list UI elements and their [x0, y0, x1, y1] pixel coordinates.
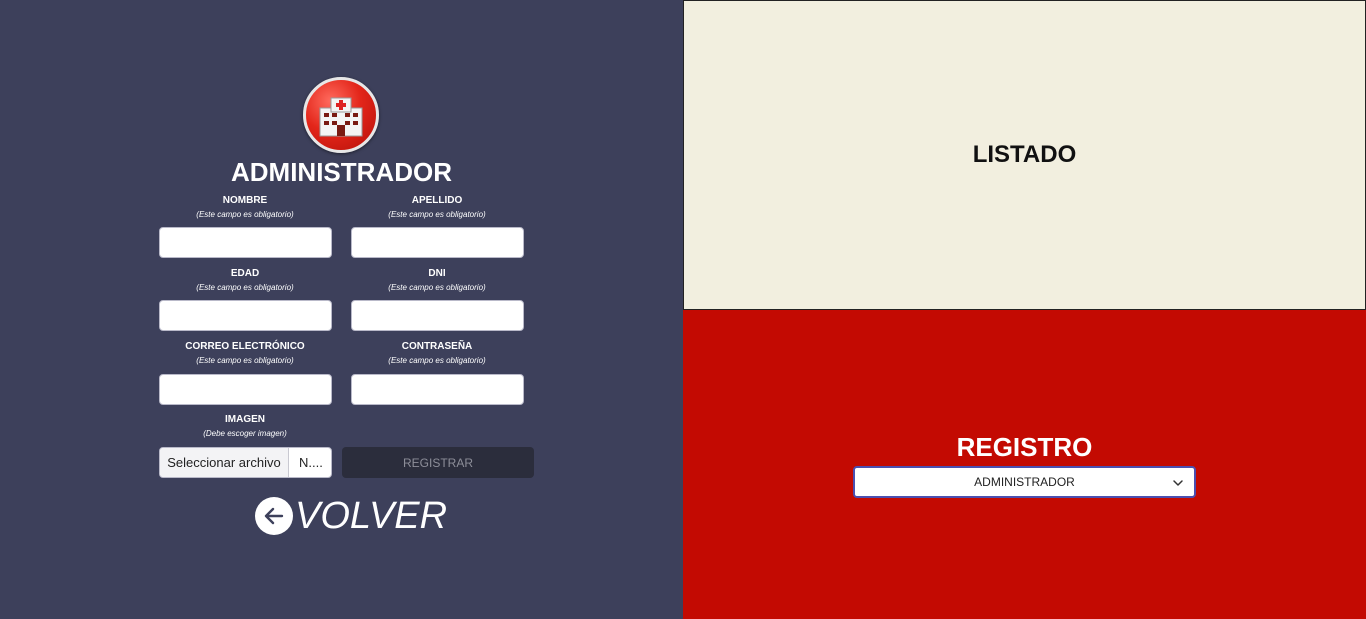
contrasena-hint: (Este campo es obligatorio) [388, 356, 486, 365]
dni-label: DNI [428, 268, 446, 279]
edad-input[interactable] [159, 300, 332, 331]
dni-hint: (Este campo es obligatorio) [388, 283, 486, 292]
correo-input[interactable] [159, 374, 332, 405]
imagen-label: IMAGEN [225, 414, 265, 425]
nombre-input[interactable] [159, 227, 332, 258]
apellido-label: APELLIDO [411, 195, 463, 206]
nombre-label: NOMBRE [222, 195, 268, 206]
listado-panel[interactable]: LISTADO [683, 0, 1366, 310]
admin-form-panel: ADMINISTRADOR NOMBRE (Este campo es obli… [0, 0, 683, 619]
hospital-logo [303, 77, 379, 153]
apellido-input[interactable] [351, 227, 524, 258]
edad-hint: (Este campo es obligatorio) [196, 283, 294, 292]
role-select[interactable]: ADMINISTRADOR [853, 466, 1196, 498]
listado-title: LISTADO [972, 141, 1077, 168]
apellido-hint: (Este campo es obligatorio) [388, 210, 486, 219]
image-file-input[interactable]: Seleccionar archivo N.... [159, 447, 332, 478]
register-button[interactable]: REGISTRAR [342, 447, 534, 478]
edad-label: EDAD [230, 268, 260, 279]
registro-title: REGISTRO [956, 432, 1093, 462]
chevron-down-icon [1172, 476, 1184, 494]
back-label: VOLVER [295, 495, 448, 537]
contrasena-label: CONTRASEÑA [401, 341, 473, 352]
select-file-button[interactable]: Seleccionar archivo [160, 448, 289, 477]
arrow-left-icon [255, 497, 293, 535]
form-title: ADMINISTRADOR [231, 157, 452, 187]
registro-panel [683, 310, 1366, 619]
role-select-value: ADMINISTRADOR [974, 475, 1075, 489]
back-link[interactable]: VOLVER [255, 496, 447, 536]
correo-hint: (Este campo es obligatorio) [196, 356, 294, 365]
nombre-hint: (Este campo es obligatorio) [196, 210, 294, 219]
imagen-hint: (Debe escoger imagen) [203, 429, 287, 438]
hospital-icon [319, 97, 363, 137]
contrasena-input[interactable] [351, 374, 524, 405]
correo-label: CORREO ELECTRÓNICO [185, 341, 305, 352]
file-name-text: N.... [299, 455, 323, 470]
dni-input[interactable] [351, 300, 524, 331]
